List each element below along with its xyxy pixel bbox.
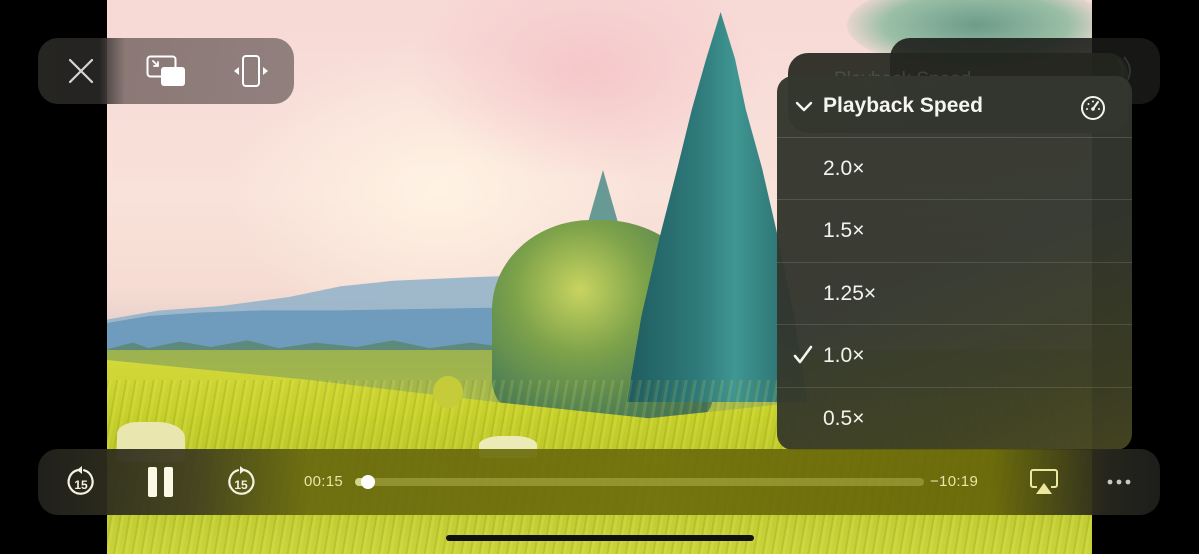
speed-option[interactable]: 1.0× bbox=[777, 325, 1132, 388]
menu-title: Playback Speed bbox=[823, 94, 983, 117]
checkmark-icon bbox=[793, 345, 813, 364]
skip-forward-15-icon: 15 bbox=[228, 466, 255, 495]
home-indicator bbox=[446, 535, 754, 541]
playback-speed-menu: Playback Speed 2.0× 1.5× 1.25× 1.0× 0.5× bbox=[777, 76, 1132, 450]
skip-forward-15-button[interactable]: 15 bbox=[216, 449, 266, 515]
elapsed-time: 00:15 bbox=[304, 473, 344, 490]
svg-text:15: 15 bbox=[234, 478, 248, 492]
progress-scrubber[interactable] bbox=[355, 475, 924, 489]
speed-option-label: 2.0× bbox=[823, 157, 865, 180]
airplay-icon bbox=[1030, 469, 1058, 494]
small-tree bbox=[433, 376, 463, 408]
playback-controls-bar: 15 15 00:15 −10:19 bbox=[38, 449, 1160, 515]
remaining-time: −10:19 bbox=[930, 473, 979, 490]
skip-back-15-icon: 15 bbox=[67, 466, 94, 495]
picture-in-picture-button[interactable] bbox=[123, 38, 208, 104]
chevron-down-icon bbox=[795, 101, 813, 112]
top-controls bbox=[38, 38, 294, 104]
pause-icon bbox=[148, 467, 173, 497]
close-button[interactable] bbox=[38, 38, 123, 104]
speed-option[interactable]: 2.0× bbox=[777, 138, 1132, 201]
scrubber-handle[interactable] bbox=[361, 475, 376, 489]
pip-icon bbox=[146, 55, 185, 86]
speed-option-label: 0.5× bbox=[823, 406, 865, 430]
airplay-button[interactable] bbox=[1023, 449, 1065, 515]
aspect-fit-button[interactable] bbox=[208, 38, 293, 104]
aspect-ratio-icon bbox=[233, 55, 268, 87]
more-icon bbox=[1107, 479, 1131, 485]
speed-option-label: 1.25× bbox=[823, 281, 877, 305]
speed-option[interactable]: 1.5× bbox=[777, 200, 1132, 263]
speedometer-icon bbox=[1081, 96, 1105, 120]
skip-back-15-button[interactable]: 15 bbox=[56, 449, 106, 515]
speed-option[interactable]: 1.25× bbox=[777, 263, 1132, 326]
close-icon bbox=[68, 58, 93, 84]
more-options-button[interactable] bbox=[1100, 449, 1138, 515]
menu-header[interactable]: Playback Speed bbox=[777, 76, 1132, 138]
speed-option-label: 1.0× bbox=[823, 344, 865, 368]
speed-option-label: 1.5× bbox=[823, 219, 865, 243]
pause-button[interactable] bbox=[138, 449, 184, 515]
svg-text:15: 15 bbox=[74, 478, 88, 492]
speed-option[interactable]: 0.5× bbox=[777, 388, 1132, 450]
